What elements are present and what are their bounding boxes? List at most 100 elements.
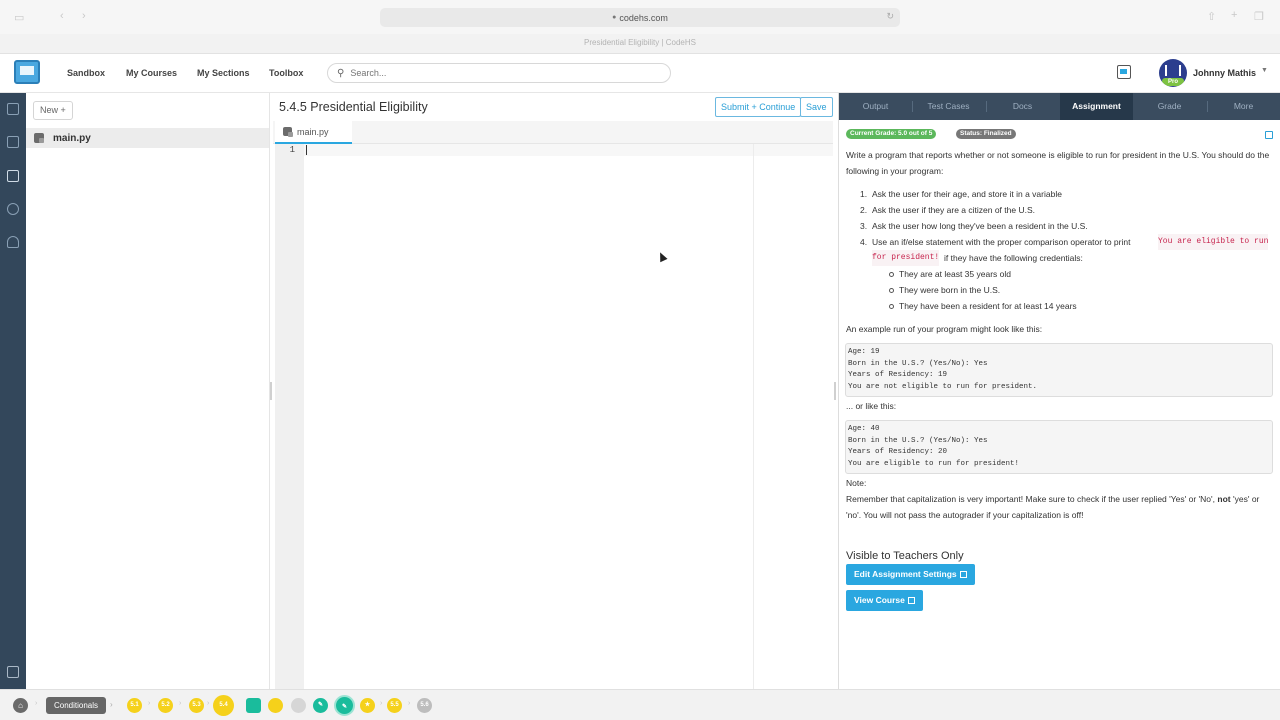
view-course-button[interactable]: View Course [846, 590, 923, 611]
editor-tab-main-py[interactable]: main.py [275, 121, 352, 144]
example-output-1: Age: 19 Born in the U.S.? (Yes/No): Yes Ye… [845, 343, 1273, 397]
panel-tabs: Output Test Cases Docs Assignment Grade … [839, 93, 1280, 120]
back-icon[interactable]: ‹ [60, 10, 64, 22]
right-splitter-handle[interactable] [834, 382, 836, 400]
lesson-5-6[interactable]: 5.6 [417, 698, 432, 713]
nav-my-courses[interactable]: My Courses [126, 68, 177, 78]
lesson-5-5[interactable]: 5.5 [387, 698, 402, 713]
exercise-title: 5.4.5 Presidential Eligibility [279, 100, 428, 114]
gear-icon[interactable] [7, 203, 19, 215]
teachers-heading: Visible to Teachers Only [846, 550, 964, 562]
assignment-panel: Output Test Cases Docs Assignment Grade … [838, 93, 1280, 689]
example-line: Born in the U.S.? (Yes/No): Yes [848, 436, 988, 445]
new-file-button[interactable]: New + [33, 101, 73, 120]
tab-assignment[interactable]: Assignment [1060, 93, 1133, 120]
step-number: 4. [860, 237, 868, 247]
browser-toolbar: ▭ ‹ › ● codehs.com ↻ ⇧ + ❐ [0, 0, 1280, 34]
example-line: You are eligible to run for president! [848, 459, 1020, 468]
lesson-progress-bar: ⌂ › Conditionals › 5.1 › 5.2 › 5.3 › 5.4… [0, 689, 1280, 720]
search-icon: ⚲ [337, 67, 345, 79]
chevron-right-icon: › [408, 700, 411, 707]
file-name: main.py [53, 132, 91, 144]
lesson-5-3[interactable]: 5.3 [189, 698, 204, 713]
browser-tab-strip: Presidential Eligibility | CodeHS [0, 34, 1280, 54]
lesson-5-4[interactable]: 5.4 [213, 695, 234, 716]
users-icon[interactable] [7, 236, 19, 248]
step-1: Ask the user for their age, and store it… [872, 189, 1062, 199]
tab-docs[interactable]: Docs [986, 93, 1059, 120]
search-box[interactable]: ⚲ [327, 63, 671, 83]
step-3: Ask the user how long they've been a res… [872, 221, 1088, 231]
chevron-right-icon: › [35, 700, 38, 707]
external-link-icon [959, 571, 967, 578]
example-line: Years of Residency: 20 [848, 448, 948, 456]
reload-icon[interactable]: ↻ [886, 11, 894, 22]
step-4: Use an if/else statement with the proper… [872, 237, 1131, 247]
nav-sandbox[interactable]: Sandbox [67, 68, 105, 78]
python-icon [34, 133, 44, 143]
calendar-icon[interactable] [1117, 65, 1131, 79]
active-exercise-icon[interactable]: ✎ [334, 695, 355, 716]
chevron-right-icon: › [110, 700, 113, 709]
home-icon[interactable]: ⌂ [13, 698, 28, 713]
chevron-right-icon: › [380, 700, 383, 707]
sidebar-toggle-icon[interactable]: ▭ [14, 11, 24, 24]
exercise-icon[interactable] [268, 698, 283, 713]
new-tab-icon[interactable]: + [1231, 9, 1237, 21]
print-margin [753, 144, 754, 689]
pro-badge: Pro [1162, 78, 1184, 86]
step-number: 3. [860, 221, 868, 231]
lock-icon: ● [612, 14, 617, 21]
calendar-rail-icon[interactable] [7, 136, 19, 148]
step-number: 2. [860, 205, 868, 215]
left-splitter-handle[interactable] [270, 382, 272, 400]
codehs-logo-icon[interactable] [14, 60, 40, 84]
chevron-down-icon[interactable]: ▼ [1261, 67, 1268, 74]
edit-assignment-settings-button[interactable]: Edit Assignment Settings [846, 564, 975, 585]
submit-continue-button[interactable]: Submit + Continue [715, 97, 802, 117]
lesson-5-1[interactable]: 5.1 [127, 698, 142, 713]
forward-icon[interactable]: › [82, 10, 86, 22]
example-line: You are not eligible to run for presiden… [848, 382, 1038, 391]
inline-code-president: for president! [872, 250, 940, 266]
example-line: Born in the U.S.? (Yes/No): Yes [848, 359, 988, 368]
code-file-icon[interactable] [7, 170, 19, 182]
nav-toolbox[interactable]: Toolbox [269, 68, 303, 78]
address-bar[interactable]: ● codehs.com ↻ [380, 8, 900, 27]
step-number: 1. [860, 189, 868, 199]
example-line: Years of Residency: 19 [848, 371, 948, 379]
search-input[interactable] [350, 68, 651, 78]
video-icon[interactable] [246, 698, 261, 713]
share-icon[interactable]: ⇧ [1207, 10, 1216, 23]
credential-item: They were born in the U.S. [888, 282, 1000, 298]
tab-more[interactable]: More [1207, 93, 1280, 120]
save-button[interactable]: Save [800, 97, 833, 117]
unit-pill[interactable]: Conditionals [46, 697, 107, 714]
status-badge: Status: Finalized [956, 129, 1016, 139]
pencil-icon[interactable]: ✎ [313, 698, 328, 713]
locked-icon[interactable] [291, 698, 306, 713]
lesson-5-2[interactable]: 5.2 [158, 698, 173, 713]
editor-tab-bar: main.py [273, 121, 833, 144]
sidebar-collapse-icon[interactable] [7, 666, 19, 678]
tab-output[interactable]: Output [839, 93, 912, 120]
grade-badge: Current Grade: 5.0 out of 5 [846, 129, 937, 139]
tabs-overview-icon[interactable]: ❐ [1254, 10, 1264, 23]
nav-my-sections[interactable]: My Sections [197, 68, 250, 78]
user-name[interactable]: Johnny Mathis [1193, 68, 1256, 78]
external-link-icon[interactable] [1265, 131, 1273, 139]
file-tree: New + main.py [26, 93, 270, 689]
browser-tab-title[interactable]: Presidential Eligibility | CodeHS [0, 38, 1280, 47]
external-link-icon [907, 597, 915, 604]
file-item-main-py[interactable]: main.py [26, 128, 269, 148]
tab-test-cases[interactable]: Test Cases [912, 93, 985, 120]
star-icon[interactable]: ★ [360, 698, 375, 713]
credential-item: They have been a resident for at least 1… [889, 298, 1077, 314]
avatar[interactable]: Pro [1159, 59, 1187, 87]
inline-code-eligible: You are eligible to run [1158, 234, 1269, 250]
python-icon [283, 127, 293, 137]
tab-grade[interactable]: Grade [1133, 93, 1206, 120]
or-like-this: ... or like this: [846, 401, 897, 411]
avatar-building-icon [1165, 65, 1181, 76]
map-icon[interactable] [7, 103, 19, 115]
